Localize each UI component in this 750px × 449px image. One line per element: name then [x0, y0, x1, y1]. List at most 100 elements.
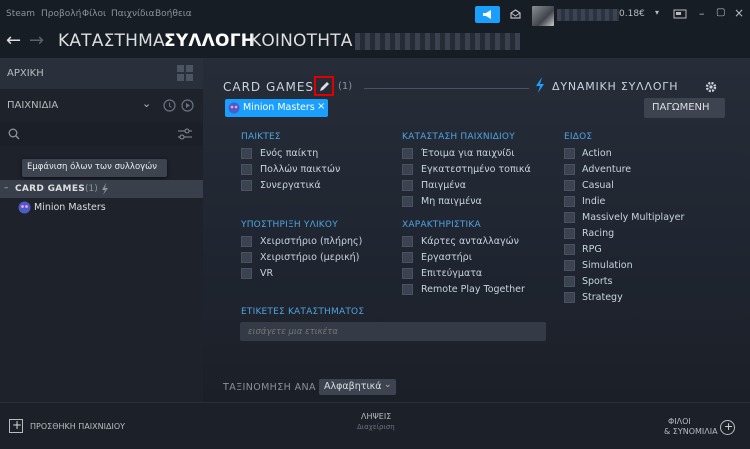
checkbox[interactable] — [402, 268, 413, 279]
checkbox[interactable] — [241, 180, 252, 191]
bottom-bar: + ΠΡΟΣΘΗΚΗ ΠΑΙΧΝΙΔΙΟΥ ΛΗΨΕΙΣ Διαχείριση … — [0, 402, 750, 449]
friends-chat-button[interactable]: ΦΙΛΟΙ & ΣΥΝΟΜΙΛΙΑ + — [650, 403, 750, 449]
collection-title: CARD GAMES — [223, 80, 315, 94]
checkbox[interactable] — [241, 236, 252, 247]
wallet-balance[interactable]: 0.18€ — [619, 9, 645, 19]
checkbox[interactable] — [564, 164, 575, 175]
store-tags-input[interactable] — [240, 322, 546, 341]
search-icon — [8, 128, 20, 140]
filter-option[interactable]: Ενός παίκτη — [241, 147, 391, 161]
back-arrow-icon[interactable]: ← — [6, 30, 21, 51]
sort-label: ΤΑΞΙΝΟΜΗΣΗ ΑΝΑ — [223, 382, 316, 393]
option-label: Action — [582, 148, 612, 159]
filter-option[interactable]: Έτοιμα για παιχνίδι — [402, 147, 552, 161]
filter-option[interactable]: Επιτεύγματα — [402, 267, 552, 281]
filter-option[interactable]: Χειριστήριο (πλήρης) — [241, 235, 391, 249]
menu-friends[interactable]: Φίλοι — [82, 9, 106, 19]
close-icon[interactable]: × — [734, 6, 744, 20]
big-picture-icon[interactable] — [673, 9, 687, 19]
nav-library[interactable]: ΣΥΛΛΟΓΗ — [164, 31, 255, 51]
checkbox[interactable] — [241, 148, 252, 159]
chevron-down-icon[interactable]: ▾ — [655, 8, 659, 17]
checkbox[interactable] — [241, 164, 252, 175]
filter-option[interactable]: Remote Play Together — [402, 283, 552, 297]
filter-option[interactable]: Casual — [564, 179, 714, 193]
play-circle-icon[interactable] — [181, 99, 194, 112]
filter-option[interactable]: Indie — [564, 195, 714, 209]
option-label: RPG — [582, 244, 602, 255]
filter-option[interactable]: Strategy — [564, 291, 714, 305]
sidebar-game-minion-masters[interactable]: Minion Masters — [0, 199, 203, 216]
announcement-button[interactable] — [475, 6, 500, 23]
home-label: ΑΡΧΙΚΗ — [7, 68, 44, 79]
filter-option[interactable]: Πολλών παικτών — [241, 163, 391, 177]
maximize-icon[interactable]: ▢ — [716, 7, 725, 18]
filter-option[interactable]: Massively Multiplayer — [564, 211, 714, 225]
checkbox[interactable] — [564, 276, 575, 287]
menu-steam[interactable]: Steam — [6, 9, 35, 19]
collection-label: CARD GAMES — [15, 184, 86, 194]
sidebar-collection-card-games[interactable]: – CARD GAMES (1) — [0, 180, 203, 198]
checkbox[interactable] — [564, 260, 575, 271]
sort-dropdown[interactable]: Αλφαβητικά ⌄ — [319, 379, 396, 395]
filter-option[interactable]: VR — [241, 267, 391, 281]
games-filter-label[interactable]: ΠΑΙΧΝΙΔΙΑ — [7, 100, 58, 111]
grid-view-icon[interactable] — [176, 64, 194, 82]
collection-editor: CARD GAMES (1) ΔΥΝΑΜΙΚΗ ΣΥΛΛΟΓΗ ΠΑΓΩΜΕΝΗ… — [203, 58, 750, 402]
checkbox[interactable] — [564, 212, 575, 223]
collapse-dash-icon[interactable]: – — [4, 183, 9, 193]
notification-icon[interactable] — [510, 9, 521, 19]
menu-view[interactable]: Προβολή — [41, 9, 81, 19]
filter-sliders-icon[interactable] — [177, 128, 193, 140]
filter-option[interactable]: Racing — [564, 227, 714, 241]
checkbox[interactable] — [564, 148, 575, 159]
filter-option[interactable]: Sports — [564, 275, 714, 289]
checkbox[interactable] — [564, 292, 575, 303]
filter-option[interactable]: Adventure — [564, 163, 714, 177]
filter-option[interactable]: Κάρτες ανταλλαγών — [402, 235, 552, 249]
nav-store[interactable]: ΚΑΤΑΣΤΗΜΑ — [58, 31, 165, 51]
checkbox[interactable] — [402, 164, 413, 175]
add-game-button[interactable]: + ΠΡΟΣΘΗΚΗ ΠΑΙΧΝΙΔΙΟΥ — [0, 403, 160, 449]
checkbox[interactable] — [564, 196, 575, 207]
checkbox[interactable] — [402, 284, 413, 295]
filter-option[interactable]: Συνεργατικά — [241, 179, 391, 193]
filter-option[interactable]: RPG — [564, 243, 714, 257]
frozen-button[interactable]: ΠΑΓΩΜΕΝΗ — [644, 98, 725, 118]
chevron-down-icon[interactable]: ⌄ — [142, 97, 151, 110]
checkbox[interactable] — [564, 228, 575, 239]
checkbox[interactable] — [564, 244, 575, 255]
home-row[interactable]: ΑΡΧΙΚΗ — [0, 58, 203, 89]
filter-option[interactable]: Εργαστήρι — [402, 251, 552, 265]
recent-clock-icon[interactable] — [163, 99, 176, 112]
checkbox[interactable] — [564, 180, 575, 191]
minimize-icon[interactable]: – — [699, 7, 705, 20]
filter-option[interactable]: Χειριστήριο (μερική) — [241, 251, 391, 265]
filter-row: ΠΑΙΧΝΙΔΙΑ ⌄ — [0, 94, 203, 118]
checkbox[interactable] — [402, 180, 413, 191]
forward-arrow-icon[interactable]: → — [29, 30, 44, 51]
filter-option[interactable]: Simulation — [564, 259, 714, 273]
filter-option[interactable]: Μη παιγμένα — [402, 195, 552, 209]
menu-games[interactable]: Παιχνίδια — [111, 9, 155, 19]
avatar[interactable] — [532, 6, 554, 26]
nav-community[interactable]: ΚΟΙΝΟΤΗΤΑ — [250, 31, 353, 51]
downloads-button[interactable]: ΛΗΨΕΙΣ Διαχείριση — [330, 403, 420, 449]
divider — [364, 88, 529, 89]
checkbox[interactable] — [402, 196, 413, 207]
filter-option[interactable]: Παιγμένα — [402, 179, 552, 193]
search-row[interactable] — [0, 122, 203, 146]
gear-icon[interactable] — [705, 81, 717, 93]
tag-close-icon[interactable]: × — [317, 101, 325, 112]
filter-option[interactable]: Εγκατεστημένο τοπικά — [402, 163, 552, 177]
option-label: Παιγμένα — [421, 180, 466, 191]
game-tag-chip[interactable]: Minion Masters × — [225, 99, 328, 117]
checkbox[interactable] — [402, 236, 413, 247]
checkbox[interactable] — [241, 252, 252, 263]
checkbox[interactable] — [241, 268, 252, 279]
checkbox[interactable] — [402, 252, 413, 263]
filter-option[interactable]: Action — [564, 147, 714, 161]
checkbox[interactable] — [402, 148, 413, 159]
pencil-icon[interactable] — [319, 81, 330, 92]
menu-help[interactable]: Βοήθεια — [155, 9, 192, 19]
